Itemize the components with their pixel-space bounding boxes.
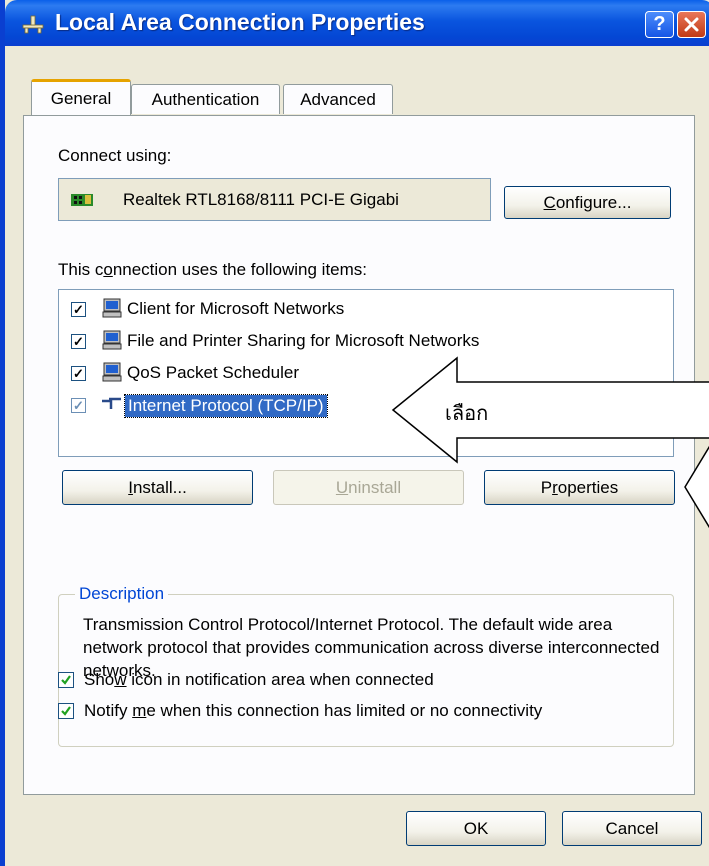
cancel-button[interactable]: Cancel bbox=[562, 811, 702, 846]
network-connection-icon bbox=[22, 15, 44, 34]
file-printer-sharing-icon bbox=[102, 330, 122, 350]
tab-general[interactable]: General bbox=[31, 79, 131, 115]
network-client-icon bbox=[102, 298, 122, 318]
uninstall-button[interactable]: Uninstall bbox=[273, 470, 464, 505]
configure-button[interactable]: Configure... bbox=[504, 186, 671, 219]
item-label: Client for Microsoft Networks bbox=[127, 299, 345, 318]
title-bar[interactable]: Local Area Connection Properties ? bbox=[5, 0, 709, 46]
item-checkbox[interactable]: ✓ bbox=[71, 334, 86, 349]
ok-button-label: OK bbox=[463, 818, 489, 838]
annotation-arrow-properties bbox=[684, 445, 709, 529]
tab-advanced[interactable]: Advanced bbox=[283, 84, 393, 114]
close-icon bbox=[684, 17, 699, 32]
show-icon-checkbox[interactable] bbox=[58, 672, 74, 688]
description-title: Description bbox=[75, 584, 169, 604]
help-button[interactable]: ? bbox=[645, 11, 674, 38]
cancel-button-label: Cancel bbox=[605, 818, 659, 838]
show-icon-label: Show icon in notification area when conn… bbox=[84, 670, 434, 689]
items-section-label: This connection uses the following items… bbox=[58, 260, 368, 279]
checkmark-icon bbox=[61, 706, 71, 716]
connect-using-label: Connect using: bbox=[58, 146, 172, 165]
install-button-label: Install... bbox=[128, 477, 187, 497]
tab-general-label: General bbox=[50, 88, 112, 108]
tab-authentication[interactable]: Authentication bbox=[131, 84, 280, 114]
item-checkbox[interactable]: ✓ bbox=[71, 398, 86, 413]
adapter-field: Realtek RTL8168/8111 PCI-E Gigabi bbox=[58, 178, 491, 221]
properties-button-label: Properties bbox=[540, 477, 619, 497]
tab-authentication-label: Authentication bbox=[151, 89, 260, 109]
adapter-name: Realtek RTL8168/8111 PCI-E Gigabi bbox=[123, 190, 399, 209]
configure-button-label: Configure... bbox=[543, 192, 632, 212]
help-icon: ? bbox=[653, 13, 666, 35]
annotation-arrow-select bbox=[391, 356, 709, 464]
install-button[interactable]: Install... bbox=[62, 470, 253, 505]
tab-advanced-label: Advanced bbox=[300, 89, 376, 109]
network-adapter-icon bbox=[71, 194, 93, 206]
notify-label: Notify me when this connection has limit… bbox=[84, 701, 543, 720]
uninstall-button-label: Uninstall bbox=[335, 477, 402, 497]
notify-checkbox[interactable] bbox=[58, 703, 74, 719]
item-checkbox[interactable]: ✓ bbox=[71, 302, 86, 317]
item-label: QoS Packet Scheduler bbox=[127, 363, 299, 382]
item-label: File and Printer Sharing for Microsoft N… bbox=[127, 331, 480, 350]
annotation-label: เลือก bbox=[445, 403, 489, 425]
item-label: Internet Protocol (TCP/IP) bbox=[124, 394, 328, 418]
window-title: Local Area Connection Properties bbox=[55, 9, 425, 35]
close-button[interactable] bbox=[677, 11, 706, 38]
ok-button[interactable]: OK bbox=[406, 811, 546, 846]
protocol-icon bbox=[102, 397, 121, 409]
checkmark-icon bbox=[61, 675, 71, 685]
item-checkbox[interactable]: ✓ bbox=[71, 366, 86, 381]
qos-scheduler-icon bbox=[102, 362, 122, 382]
properties-window: Local Area Connection Properties ? Gener… bbox=[0, 0, 709, 866]
properties-button[interactable]: Properties bbox=[484, 470, 675, 505]
